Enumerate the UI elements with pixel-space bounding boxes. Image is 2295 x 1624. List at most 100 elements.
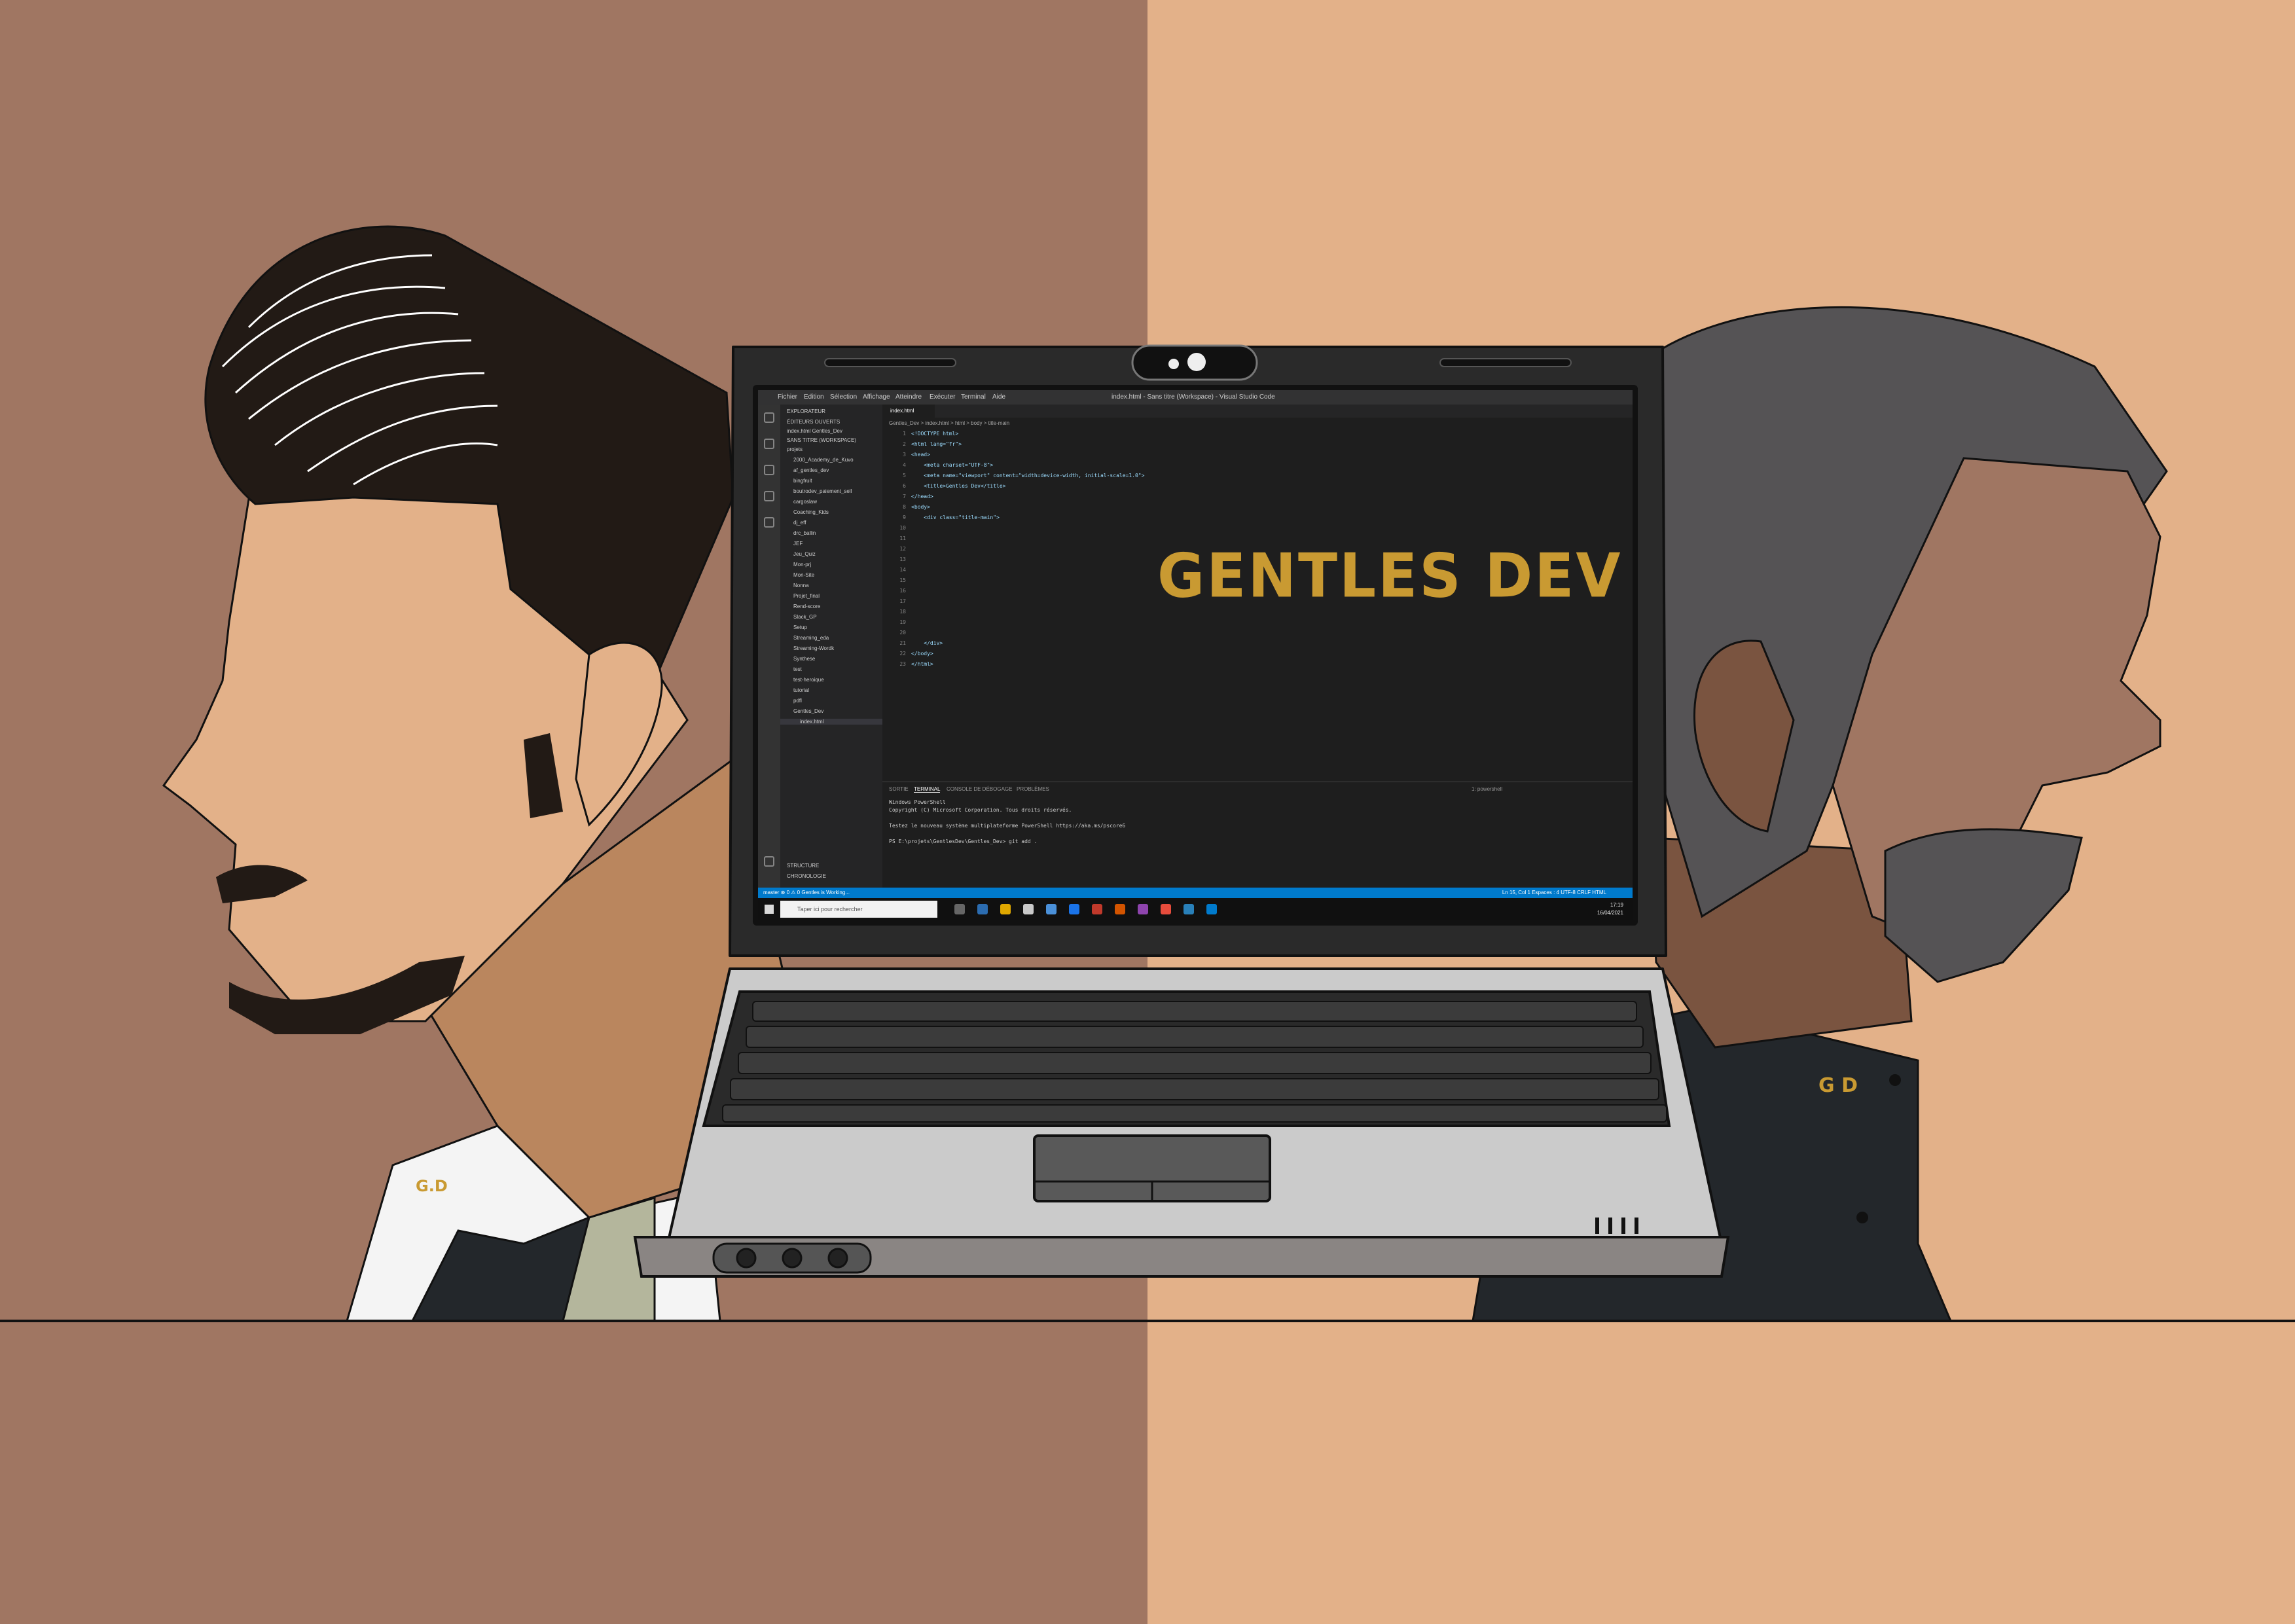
file-item-active[interactable]: index.html (780, 719, 882, 725)
windows-start-icon[interactable] (765, 905, 774, 914)
breadcrumb[interactable]: Gentles_Dev > index.html > html > body >… (889, 420, 1009, 426)
line-number: 8 (903, 504, 906, 510)
code-line: <title>Gentles Dev</title> (911, 483, 1006, 489)
task-view-icon[interactable] (954, 904, 965, 914)
open-editors-header[interactable]: ÉDITEURS OUVERTS (787, 419, 840, 425)
workspace-header[interactable]: SANS TITRE (WORKSPACE) (787, 437, 856, 443)
explorer-icon[interactable] (764, 412, 774, 423)
timeline-header[interactable]: CHRONOLOGIE (787, 873, 826, 879)
folder-root[interactable]: projets (787, 446, 803, 452)
search-icon[interactable] (764, 439, 774, 449)
menu-item-executer[interactable]: Exécuter (930, 393, 955, 401)
webcam-icon (1187, 353, 1206, 371)
panel-tab-problemes[interactable]: PROBLÈMES (1017, 786, 1049, 792)
line-number: 6 (903, 483, 906, 489)
menu-item-edition[interactable]: Edition (804, 393, 824, 401)
outline-header[interactable]: STRUCTURE (787, 863, 819, 869)
folder-item[interactable]: cargoslaw (793, 499, 817, 505)
line-number: 22 (899, 651, 906, 657)
folder-item[interactable]: dj_eff (793, 520, 806, 526)
line-number: 9 (903, 514, 906, 520)
file-explorer-icon[interactable] (1023, 904, 1034, 914)
vscode-taskbar-icon[interactable] (1206, 904, 1217, 914)
store-icon[interactable] (1046, 904, 1057, 914)
menu-item-aide[interactable]: Aide (992, 393, 1005, 401)
browser-app-icon[interactable] (1184, 904, 1194, 914)
taskbar-search-input[interactable]: Taper ici pour rechercher (780, 901, 937, 918)
line-number: 2 (903, 441, 906, 447)
panel-tab-sortie[interactable]: SORTIE (889, 786, 909, 792)
line-number: 3 (903, 452, 906, 458)
media-app-icon[interactable] (1092, 904, 1102, 914)
folder-item[interactable]: Synthese (793, 656, 815, 662)
folder-item[interactable]: test (793, 666, 802, 672)
terminal-prompt[interactable]: PS E:\projets\GentlesDev\Gentles_Dev> gi… (889, 839, 1037, 844)
terminal-line: Testez le nouveau système multiplateform… (889, 823, 1126, 829)
folder-item[interactable]: Rend-score (793, 604, 820, 609)
line-number: 19 (899, 619, 906, 625)
folder-item[interactable]: Slack_GP (793, 614, 817, 620)
folder-item[interactable]: 2000_Academy_de_Kuvo (793, 457, 854, 463)
line-number: 1 (903, 431, 906, 437)
folder-item[interactable]: Setup (793, 624, 807, 630)
folder-item[interactable]: Streaming-Wordk (793, 645, 834, 651)
laptop-speaker-left (824, 358, 956, 367)
menu-item-atteindre[interactable]: Atteindre (895, 393, 922, 401)
taskbar-clock[interactable]: 17:19 16/04/2021 (1597, 901, 1623, 917)
status-left[interactable]: master ⊗ 0 ⚠ 0 Gentles is Working... (763, 890, 850, 895)
folder-item[interactable]: Jeu_Quiz (793, 551, 816, 557)
folder-item[interactable]: Coaching_Kids (793, 509, 829, 515)
code-line: </head> (911, 494, 933, 499)
folder-item[interactable]: Projet_final (793, 593, 820, 599)
folder-item[interactable]: Nonna (793, 583, 809, 588)
clock-date: 16/04/2021 (1597, 910, 1623, 916)
mail-icon[interactable] (1069, 904, 1079, 914)
edge-icon[interactable] (977, 904, 988, 914)
line-numbers: 1 2 3 4 5 6 7 8 9 10 11 12 13 14 15 16 17 18 19 20 21 22 23 (882, 431, 906, 672)
folder-item[interactable]: JEF (793, 541, 803, 547)
folder-item[interactable]: test-heroique (793, 677, 824, 683)
panel-tab-terminal[interactable]: TERMINAL (914, 786, 941, 793)
photos-app-icon[interactable] (1115, 904, 1125, 914)
line-number: 12 (899, 546, 906, 552)
editor-area: index.html Gentles_Dev > index.html > ht… (882, 405, 1633, 797)
laptop-port (827, 1248, 848, 1269)
editor-tab[interactable]: index.html (882, 405, 935, 418)
folder-item[interactable]: Mon-prj (793, 562, 811, 568)
chrome-icon[interactable] (1000, 904, 1011, 914)
menu-item-selection[interactable]: Sélection (830, 393, 857, 401)
webcam-led (1168, 359, 1179, 369)
folder-item[interactable]: Mon-Site (793, 572, 814, 578)
folder-item[interactable]: af_gentles_dev (793, 467, 829, 473)
account-icon[interactable] (764, 856, 774, 867)
terminal-shell-select[interactable]: 1: powershell (1472, 786, 1502, 792)
extensions-icon[interactable] (764, 517, 774, 528)
design-app-icon[interactable] (1138, 904, 1148, 914)
open-editor-item[interactable]: index.html Gentles_Dev (787, 428, 842, 434)
code-line: <!DOCTYPE html> (911, 431, 959, 437)
code-line: <body> (911, 504, 930, 510)
run-debug-icon[interactable] (764, 491, 774, 501)
menu-item-fichier[interactable]: Fichier (778, 393, 797, 401)
folder-item[interactable]: tutorial (793, 687, 809, 693)
folder-item[interactable]: bingfruit (793, 478, 812, 484)
source-control-icon[interactable] (764, 465, 774, 475)
menu-item-affichage[interactable]: Affichage (863, 393, 890, 401)
code-lines[interactable]: <!DOCTYPE html> <html lang="fr"> <head> <m… (911, 431, 1144, 672)
explorer-header: EXPLORATEUR (787, 408, 825, 414)
folder-item[interactable]: Gentles_Dev (793, 708, 823, 714)
explorer-sidebar: EXPLORATEUR ÉDITEURS OUVERTS index.html … (780, 405, 882, 888)
video-app-icon[interactable] (1161, 904, 1171, 914)
menu-item-terminal[interactable]: Terminal (961, 393, 986, 401)
line-number: 14 (899, 567, 906, 573)
status-right[interactable]: Ln 15, Col 1 Espaces : 4 UTF-8 CRLF HTML (1502, 890, 1606, 895)
folder-item[interactable]: boutrodev_paiement_sell (793, 488, 852, 494)
panel-tab-console[interactable]: CONSOLE DE DÉBOGAGE (947, 786, 1012, 792)
folder-item[interactable]: pdfl (793, 698, 802, 704)
line-number: 11 (899, 535, 906, 541)
folder-item[interactable]: Streaming_eda (793, 635, 829, 641)
folder-item[interactable]: drc_ballin (793, 530, 816, 536)
